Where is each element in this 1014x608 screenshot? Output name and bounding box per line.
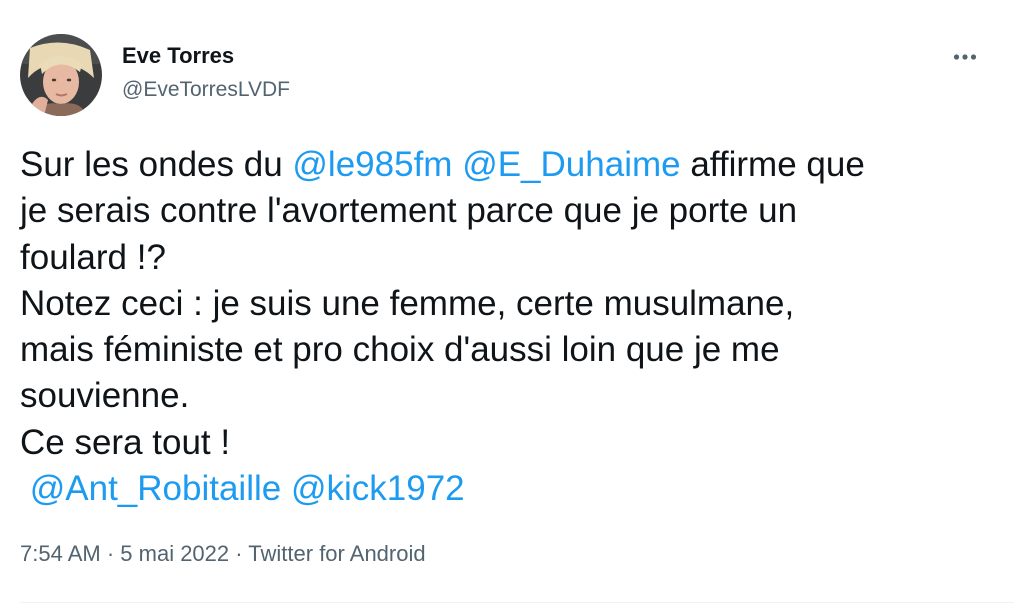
mention-link[interactable]: @le985fm: [292, 145, 452, 184]
tweet-line: Notez ceci : je suis une femme, certe mu…: [20, 283, 795, 323]
tweet-date[interactable]: 5 mai 2022: [120, 541, 229, 566]
profile-photo: [20, 34, 102, 116]
tweet-text: Sur les ondes du @le985fm @E_Duhaime aff…: [20, 142, 995, 512]
tweet-line: Sur les ondes du @le985fm @E_Duhaime aff…: [20, 142, 995, 188]
more-horizontal-icon: [953, 54, 977, 60]
tweet-text-segment: [452, 145, 462, 184]
tweet-text-segment: affirme que: [680, 145, 865, 184]
tweet-line: Ce sera tout !: [20, 422, 231, 462]
meta-separator: ·: [229, 541, 249, 566]
tweet-text-segment: Sur les ondes du: [20, 145, 293, 184]
author-handle[interactable]: @EveTorresLVDF: [122, 76, 290, 104]
mention-link[interactable]: @kick1972: [291, 469, 465, 508]
tweet-line: mais féministe et pro choix d'aussi loin…: [20, 330, 780, 370]
divider: [20, 602, 1014, 603]
tweet-line: foulard !?: [20, 237, 166, 277]
avatar[interactable]: [20, 34, 102, 116]
mention-link[interactable]: @Ant_Robitaille: [30, 469, 282, 508]
tweet-meta: 7:54 AM · 5 mai 2022 · Twitter for Andro…: [20, 539, 426, 569]
author-display-name[interactable]: Eve Torres: [122, 42, 234, 70]
tweet-line: souvienne.: [20, 376, 190, 416]
tweet-line: je serais contre l'avortement parce que …: [20, 191, 798, 231]
tweet-time[interactable]: 7:54 AM: [20, 541, 101, 566]
tweet-text-segment: [281, 469, 291, 508]
more-options-button[interactable]: [946, 40, 986, 72]
meta-separator: ·: [100, 541, 121, 566]
tweet-source[interactable]: Twitter for Android: [248, 541, 425, 566]
mention-link[interactable]: @E_Duhaime: [462, 145, 680, 184]
tweet-line: @Ant_Robitaille @kick1972: [20, 466, 995, 512]
tweet-text-segment: [20, 469, 30, 508]
